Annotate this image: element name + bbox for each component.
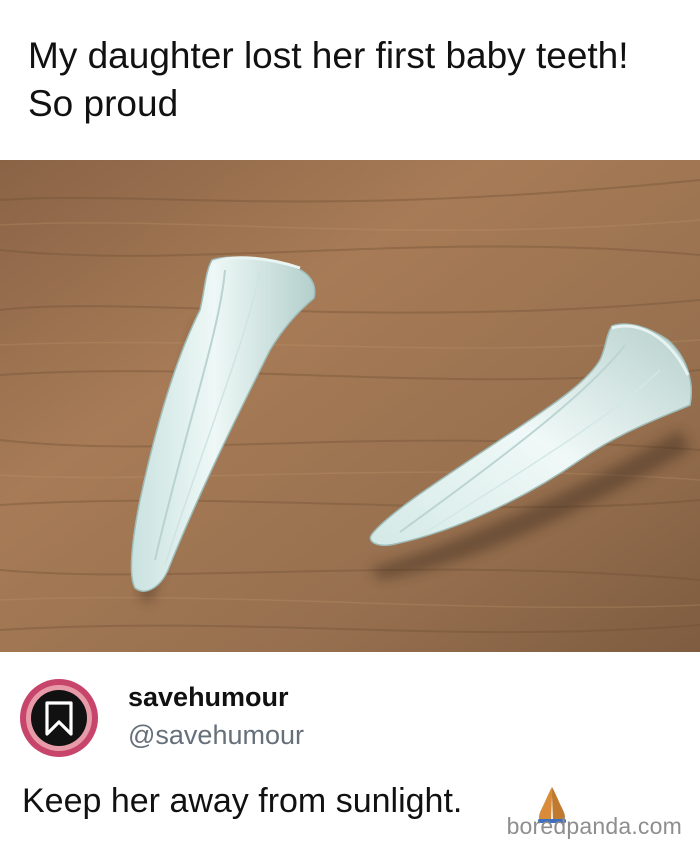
watermark: boredpanda.com (506, 813, 682, 839)
display-name[interactable]: savehumour (128, 682, 289, 713)
user-handle[interactable]: @savehumour (128, 720, 304, 751)
teeth-photo (0, 160, 700, 652)
meme-title: My daughter lost her first baby teeth! S… (28, 35, 629, 124)
tweet-text: Keep her away from sunlight. (22, 782, 463, 820)
avatar[interactable] (18, 677, 100, 759)
